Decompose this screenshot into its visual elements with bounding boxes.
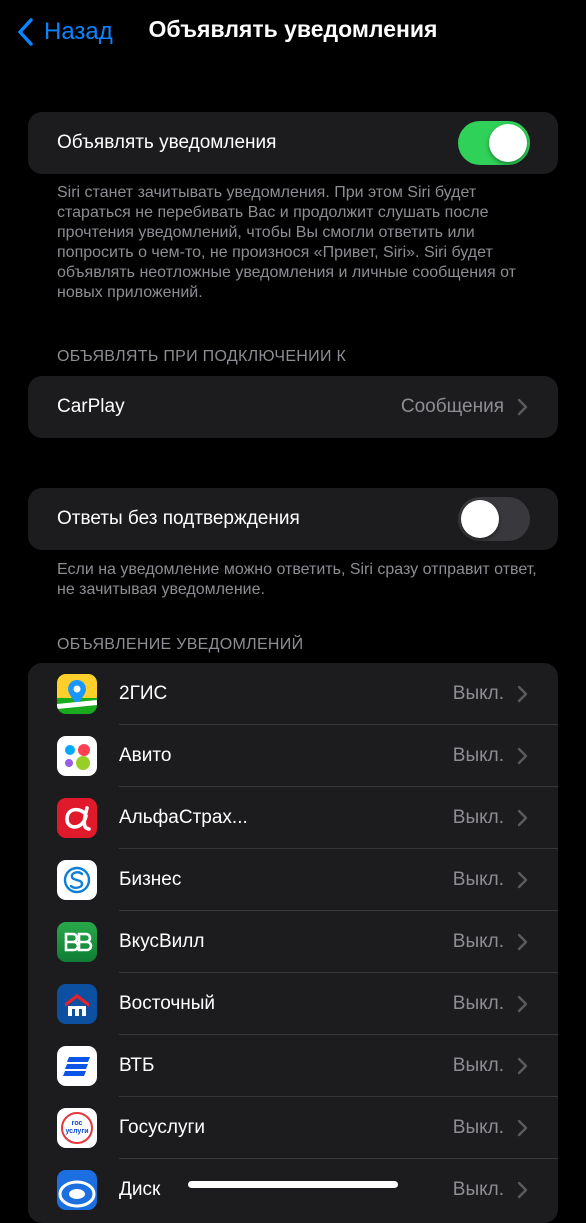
- connect-section-header: ОБЪЯВЛЯТЬ ПРИ ПОДКЛЮЧЕНИИ К: [57, 348, 347, 365]
- carplay-row[interactable]: CarPlay Сообщения: [28, 376, 558, 438]
- app-name: ВТБ: [119, 1055, 155, 1076]
- chevron-right-icon: [516, 1057, 528, 1075]
- app-row-business[interactable]: Бизнес Выкл.: [28, 849, 558, 911]
- app-row-2gis[interactable]: 2ГИС Выкл.: [28, 663, 558, 725]
- app-name: Восточный: [119, 993, 216, 1014]
- navigation-bar: Назад Объявлять уведомления: [0, 0, 586, 64]
- app-row-avito[interactable]: Авито Выкл.: [28, 725, 558, 787]
- chevron-right-icon: [516, 1119, 528, 1137]
- reply-toggle[interactable]: [458, 497, 530, 541]
- toggle-knob: [489, 124, 527, 162]
- app-name: Авито: [119, 745, 172, 766]
- app-value: Выкл.: [452, 993, 504, 1014]
- app-value: Выкл.: [452, 745, 504, 766]
- alfastrah-icon: [57, 798, 97, 838]
- vkusvill-icon: [57, 922, 97, 962]
- disk-icon: [57, 1170, 97, 1210]
- gosuslugi-icon-text: гос услуги: [65, 1120, 89, 1135]
- chevron-right-icon: [516, 1181, 528, 1199]
- home-indicator[interactable]: [188, 1181, 398, 1188]
- chevron-right-icon: [516, 685, 528, 703]
- gosuslugi-icon: гос услуги: [57, 1108, 97, 1148]
- app-value: Выкл.: [452, 683, 504, 704]
- skype-business-icon: [57, 860, 97, 900]
- app-row-alfastrah[interactable]: АльфаСтрах... Выкл.: [28, 787, 558, 849]
- app-value: Выкл.: [452, 1179, 504, 1200]
- chevron-right-icon: [516, 995, 528, 1013]
- chevron-right-icon: [516, 871, 528, 889]
- apps-section-header: ОБЪЯВЛЕНИЕ УВЕДОМЛЕНИЙ: [57, 636, 304, 653]
- vostochny-icon: [57, 984, 97, 1024]
- chevron-right-icon: [516, 747, 528, 765]
- 2gis-icon: [57, 674, 97, 714]
- toggle-knob: [461, 500, 499, 538]
- app-name: АльфаСтрах...: [119, 807, 248, 828]
- app-row-disk[interactable]: Диск Выкл.: [28, 1159, 558, 1221]
- app-name: ВкусВилл: [119, 931, 205, 952]
- chevron-right-icon: [516, 809, 528, 827]
- app-row-vkusvill[interactable]: ВкусВилл Выкл.: [28, 911, 558, 973]
- connect-group: CarPlay Сообщения: [28, 376, 558, 438]
- app-value: Выкл.: [452, 869, 504, 890]
- carplay-value: Сообщения: [400, 396, 504, 417]
- app-value: Выкл.: [452, 1055, 504, 1076]
- announce-group: Объявлять уведомления: [28, 112, 558, 174]
- apps-group: 2ГИС Выкл. Авито Выкл. АльфаСтрах... Вык…: [28, 663, 558, 1223]
- avito-icon: [57, 736, 97, 776]
- chevron-right-icon: [516, 398, 528, 416]
- announce-row: Объявлять уведомления: [28, 112, 558, 174]
- app-value: Выкл.: [452, 1117, 504, 1138]
- reply-description: Если на уведомление можно ответить, Siri…: [57, 561, 537, 598]
- announce-description: Siri станет зачитывать уведомления. При …: [57, 184, 516, 301]
- app-name: 2ГИС: [119, 683, 168, 704]
- app-value: Выкл.: [452, 807, 504, 828]
- vtb-icon: [57, 1046, 97, 1086]
- reply-group: Ответы без подтверждения: [28, 488, 558, 550]
- app-name: Госуслуги: [119, 1117, 206, 1138]
- carplay-label: CarPlay: [57, 396, 125, 417]
- announce-toggle[interactable]: [458, 121, 530, 165]
- chevron-right-icon: [516, 933, 528, 951]
- app-row-vostochny[interactable]: Восточный Выкл.: [28, 973, 558, 1035]
- app-value: Выкл.: [452, 931, 504, 952]
- app-row-gosuslugi[interactable]: гос услуги Госуслуги Выкл.: [28, 1097, 558, 1159]
- page-title: Объявлять уведомления: [148, 16, 438, 42]
- app-row-vtb[interactable]: ВТБ Выкл.: [28, 1035, 558, 1097]
- app-name: Бизнес: [119, 869, 182, 890]
- reply-row: Ответы без подтверждения: [28, 488, 558, 550]
